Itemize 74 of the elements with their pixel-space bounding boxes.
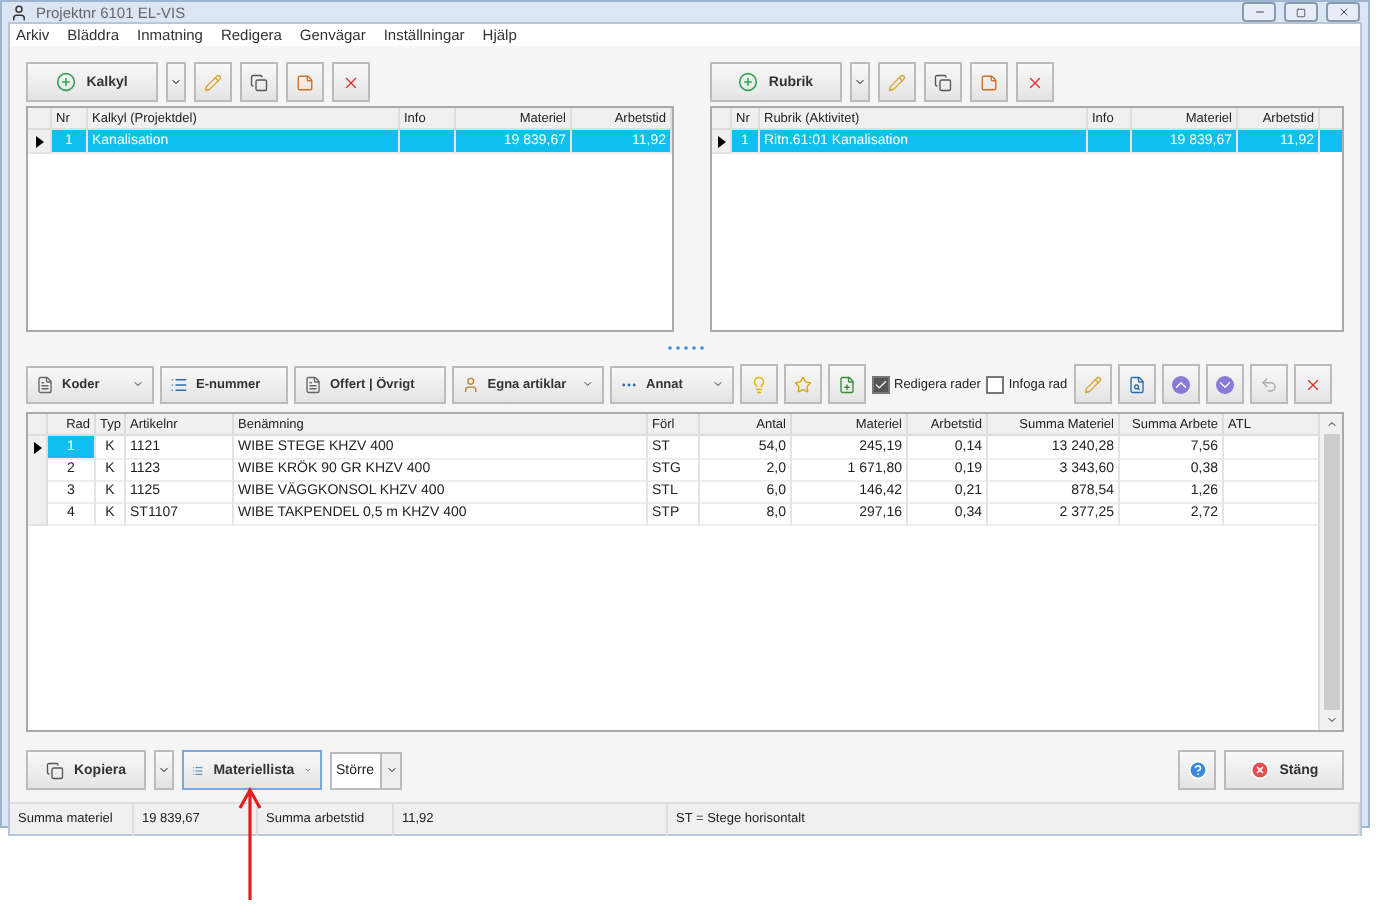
- app-icon: [10, 3, 28, 21]
- star-button[interactable]: [784, 364, 822, 404]
- delete-button[interactable]: [1293, 364, 1332, 404]
- dropdown-button[interactable]: [154, 750, 174, 790]
- lightbulb-icon: [750, 375, 768, 393]
- preview-button[interactable]: [1117, 364, 1156, 404]
- row-pointer-icon: [35, 135, 43, 147]
- move-up-button[interactable]: [1161, 364, 1200, 404]
- row-pointer-icon: [717, 135, 725, 147]
- caret-icon: [582, 378, 594, 390]
- list-icon: [192, 761, 204, 779]
- delete-icon: [342, 73, 360, 91]
- caret-icon: [170, 76, 182, 88]
- delete-icon: [1026, 73, 1044, 91]
- list-icon: [170, 375, 188, 393]
- move-down-button[interactable]: [1205, 364, 1244, 404]
- copy-button[interactable]: [924, 62, 962, 102]
- minimize-icon: [1253, 6, 1265, 18]
- dropdown-button[interactable]: [850, 62, 870, 102]
- delete-icon: [1303, 375, 1322, 393]
- pencil-icon: [888, 73, 906, 91]
- scrollbar[interactable]: [1318, 414, 1342, 730]
- close-button[interactable]: [1326, 2, 1360, 22]
- pencil-icon: [204, 73, 222, 91]
- dropdown-button[interactable]: [166, 62, 186, 102]
- file-plus-icon: [838, 375, 856, 393]
- undo-button[interactable]: [1249, 364, 1288, 404]
- row-header[interactable]: [712, 130, 732, 154]
- checkbox[interactable]: [986, 375, 1005, 393]
- up-icon: [1171, 375, 1190, 393]
- checkbox[interactable]: [872, 375, 890, 393]
- note-button[interactable]: [970, 62, 1008, 102]
- note-button[interactable]: [286, 62, 324, 102]
- arrow-drawing: [236, 784, 264, 904]
- help-icon: [1187, 760, 1207, 780]
- add-icon: [738, 72, 759, 92]
- help-button[interactable]: [1178, 750, 1216, 790]
- caret-icon: [385, 764, 397, 776]
- delete-button[interactable]: [332, 62, 370, 102]
- copy-icon: [45, 761, 64, 779]
- star-icon: [794, 375, 812, 393]
- caret-icon: [712, 378, 724, 390]
- scroll-up-icon: [1325, 418, 1337, 430]
- check-icon: [874, 377, 888, 391]
- note-icon: [980, 73, 998, 91]
- delete-button[interactable]: [1016, 62, 1054, 102]
- caret-icon: [158, 764, 170, 776]
- note-icon: [296, 73, 314, 91]
- copy-button[interactable]: [240, 62, 278, 102]
- document-icon: [304, 375, 322, 393]
- row-header[interactable]: [28, 436, 48, 460]
- undo-icon: [1259, 375, 1278, 393]
- idea-button[interactable]: [740, 364, 778, 404]
- close-icon: [1337, 6, 1349, 18]
- caret-icon: [132, 378, 144, 390]
- caret-icon: [854, 76, 866, 88]
- edit-button[interactable]: [1073, 364, 1112, 404]
- person-icon: [462, 375, 480, 393]
- file-search-icon: [1127, 375, 1146, 393]
- add-icon: [56, 72, 77, 92]
- row-pointer-icon: [33, 441, 41, 453]
- maximize-icon: [1296, 7, 1306, 17]
- new-file-button[interactable]: [828, 364, 866, 404]
- down-icon: [1215, 375, 1234, 393]
- scroll-down-icon: [1325, 714, 1337, 726]
- pencil-icon: [1083, 375, 1102, 393]
- document-icon: [36, 375, 54, 393]
- row-header[interactable]: [28, 130, 52, 154]
- close-icon: [1249, 760, 1270, 780]
- minimize-button[interactable]: [1242, 2, 1276, 22]
- maximize-button[interactable]: [1284, 2, 1318, 22]
- copy-icon: [250, 73, 268, 91]
- copy-icon: [934, 73, 952, 91]
- splitter-handle-icon[interactable]: [667, 346, 703, 350]
